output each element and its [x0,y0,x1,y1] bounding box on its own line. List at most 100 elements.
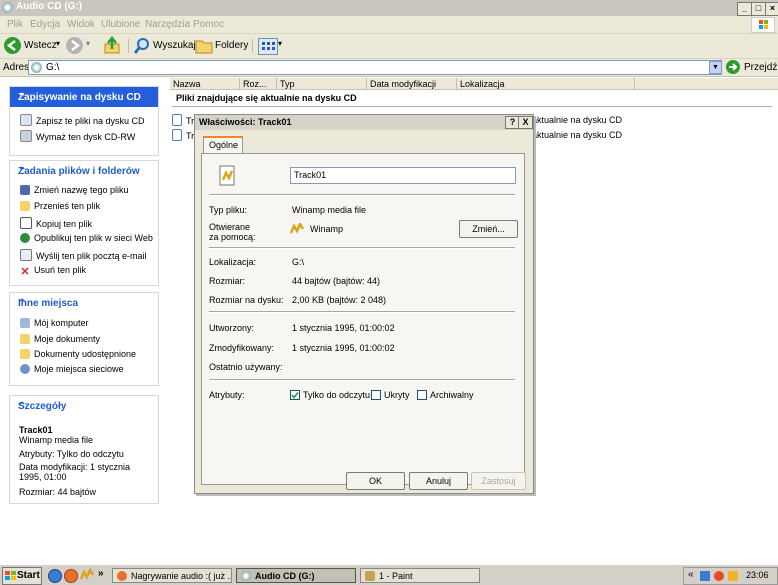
collapse-chevron-icon[interactable]: ⌃ [18,298,150,309]
address-input[interactable]: G:\ [28,60,722,75]
address-dropdown-icon[interactable]: ▼ [709,61,722,74]
menu-bar: Plik Edycja Widok Ulubione Narzędzia Pom… [0,16,778,34]
burn-cd-pane: Zapisywanie na dysku CD ⌃ Zapisz te plik… [9,86,159,156]
other-places-pane-header[interactable]: Inne miejsca ⌃ [10,293,158,313]
apply-button[interactable]: Zastosuj [471,472,526,490]
hidden-checkbox[interactable] [371,390,381,400]
cd-write-icon [20,114,32,126]
up-folder-icon[interactable] [103,35,121,58]
filename-input[interactable]: Track01 [290,167,516,184]
window-titlebar[interactable]: Audio CD (G:) _ □ × [0,0,778,16]
task-rename[interactable]: Zmień nazwę tego pliku [20,185,129,195]
winamp-app-icon [289,221,305,238]
menu-help[interactable]: Pomoc [193,19,224,30]
file-tasks-pane-header[interactable]: Zadania plików i folderów ⌃ [10,161,158,181]
opens-with-value: Winamp [310,224,344,234]
column-header-size[interactable]: Roz... [240,78,277,90]
tray-expand-button[interactable]: « [688,569,694,580]
address-value: G:\ [46,62,60,73]
menu-edit[interactable]: Edycja [30,19,60,30]
cd-erase-icon [20,130,32,142]
attributes-label: Atrybuty: [209,390,245,400]
details-modified: Data modyfikacji: 1 stycznia 1995, 01:00 [19,462,131,482]
forward-arrow-icon[interactable] [66,37,83,54]
tray-app-icon[interactable] [714,571,724,581]
search-button[interactable]: Wyszukaj [153,40,196,51]
readonly-checkbox[interactable] [290,390,300,400]
maximize-button[interactable]: □ [751,2,766,16]
column-header-name[interactable]: Nazwa [170,78,240,90]
go-button[interactable]: Przejdź [744,62,777,73]
place-network[interactable]: Moje miejsca sieciowe [20,364,124,374]
task-publish[interactable]: Opublikuj ten plik w sieci Web [20,233,153,243]
tab-general[interactable]: Ogólne [203,136,243,154]
start-button[interactable]: Start [2,567,42,585]
task-copy[interactable]: Kopiuj ten plik [20,217,92,229]
change-button[interactable]: Zmień... [459,220,518,238]
tray-security-icon[interactable] [728,571,738,581]
close-button[interactable]: × [765,2,778,16]
group-header: Pliki znajdujące się aktualnie na dysku … [176,93,357,103]
list-item-location: aktualnie na dysku CD [532,115,623,125]
cd-drive-icon [2,2,13,13]
details-pane-header[interactable]: Szczegóły ⌃ [10,396,158,416]
archive-checkbox[interactable] [417,390,427,400]
tab-panel: Track01 Typ pliku: Winamp media file Otw… [201,153,525,485]
place-shared-documents[interactable]: Dokumenty udostępnione [20,349,136,359]
quicklaunch-ie-icon[interactable] [48,569,62,583]
taskbar-item-paint[interactable]: 1 - Paint [360,568,480,583]
column-header-location[interactable]: Lokalizacja [457,78,635,90]
details-type: Winamp media file [19,435,94,445]
menu-view[interactable]: Widok [67,19,95,30]
back-dropdown-icon[interactable]: ▾ [56,39,60,48]
burn-cd-pane-header[interactable]: Zapisywanie na dysku CD ⌃ [10,87,158,107]
go-arrow-icon[interactable] [726,60,740,74]
opens-with-label-1: Otwierane [209,222,251,232]
minimize-button[interactable]: _ [737,2,752,16]
dialog-titlebar[interactable]: Właściwości: Track01 ? X [195,115,533,130]
quicklaunch-chevron[interactable]: » [98,568,104,579]
cd-drive-icon [241,571,251,581]
taskbar: Start » Nagrywanie audio :( już ... Audi… [0,564,778,585]
quicklaunch-winamp-icon[interactable] [79,567,95,585]
views-grid-icon[interactable] [258,38,278,55]
views-dropdown-icon[interactable]: ▾ [278,39,282,48]
hidden-label[interactable]: Ukryty [384,390,410,400]
search-icon[interactable] [133,36,151,58]
folder-icon [20,334,30,344]
disk-size-value: 2,00 KB (bajtów: 2 048) [292,295,387,305]
back-arrow-icon[interactable] [4,37,21,54]
ok-button[interactable]: OK [346,472,405,490]
dialog-close-button[interactable]: X [518,116,533,129]
column-header-modified[interactable]: Data modyfikacji [367,78,457,90]
archive-label[interactable]: Archiwalny [430,390,474,400]
menu-favorites[interactable]: Ulubione [101,19,140,30]
back-button[interactable]: Wstecz [24,40,57,51]
taskbar-item-audio-cd[interactable]: Audio CD (G:) [236,568,356,583]
quicklaunch-firefox-icon[interactable] [64,569,78,583]
cancel-button[interactable]: Anuluj [409,472,468,490]
task-delete[interactable]: ✕ Usuń ten plik [20,265,86,278]
folders-icon[interactable] [195,37,213,57]
task-burn-files[interactable]: Zapisz te pliki na dysku CD [20,114,145,126]
menu-tools[interactable]: Narzędzia [145,19,190,30]
collapse-chevron-icon[interactable]: ⌃ [18,166,150,177]
readonly-label[interactable]: Tylko do odczytu [303,390,370,400]
envelope-icon [20,249,32,261]
place-my-computer[interactable]: Mój komputer [20,318,89,328]
task-email[interactable]: Wyślij ten plik pocztą e-mail [20,249,146,261]
place-my-documents[interactable]: Moje dokumenty [20,334,100,344]
folders-button[interactable]: Foldery [215,40,248,51]
task-erase-cd[interactable]: Wymaż ten dysk CD-RW [20,130,135,142]
rename-icon [20,185,30,195]
tray-network-icon[interactable] [700,571,710,581]
folder-icon [20,349,30,359]
menu-file[interactable]: Plik [7,19,23,30]
taskbar-item-recording[interactable]: Nagrywanie audio :( już ... [112,568,232,583]
accessed-label: Ostatnio używany: [209,362,283,372]
collapse-chevron-icon[interactable]: ⌃ [18,92,150,103]
forward-dropdown-icon[interactable]: ▾ [86,39,90,48]
task-move[interactable]: Przenieś ten plik [20,201,100,211]
column-header-type[interactable]: Typ [277,78,367,90]
collapse-chevron-icon[interactable]: ⌃ [18,401,150,412]
